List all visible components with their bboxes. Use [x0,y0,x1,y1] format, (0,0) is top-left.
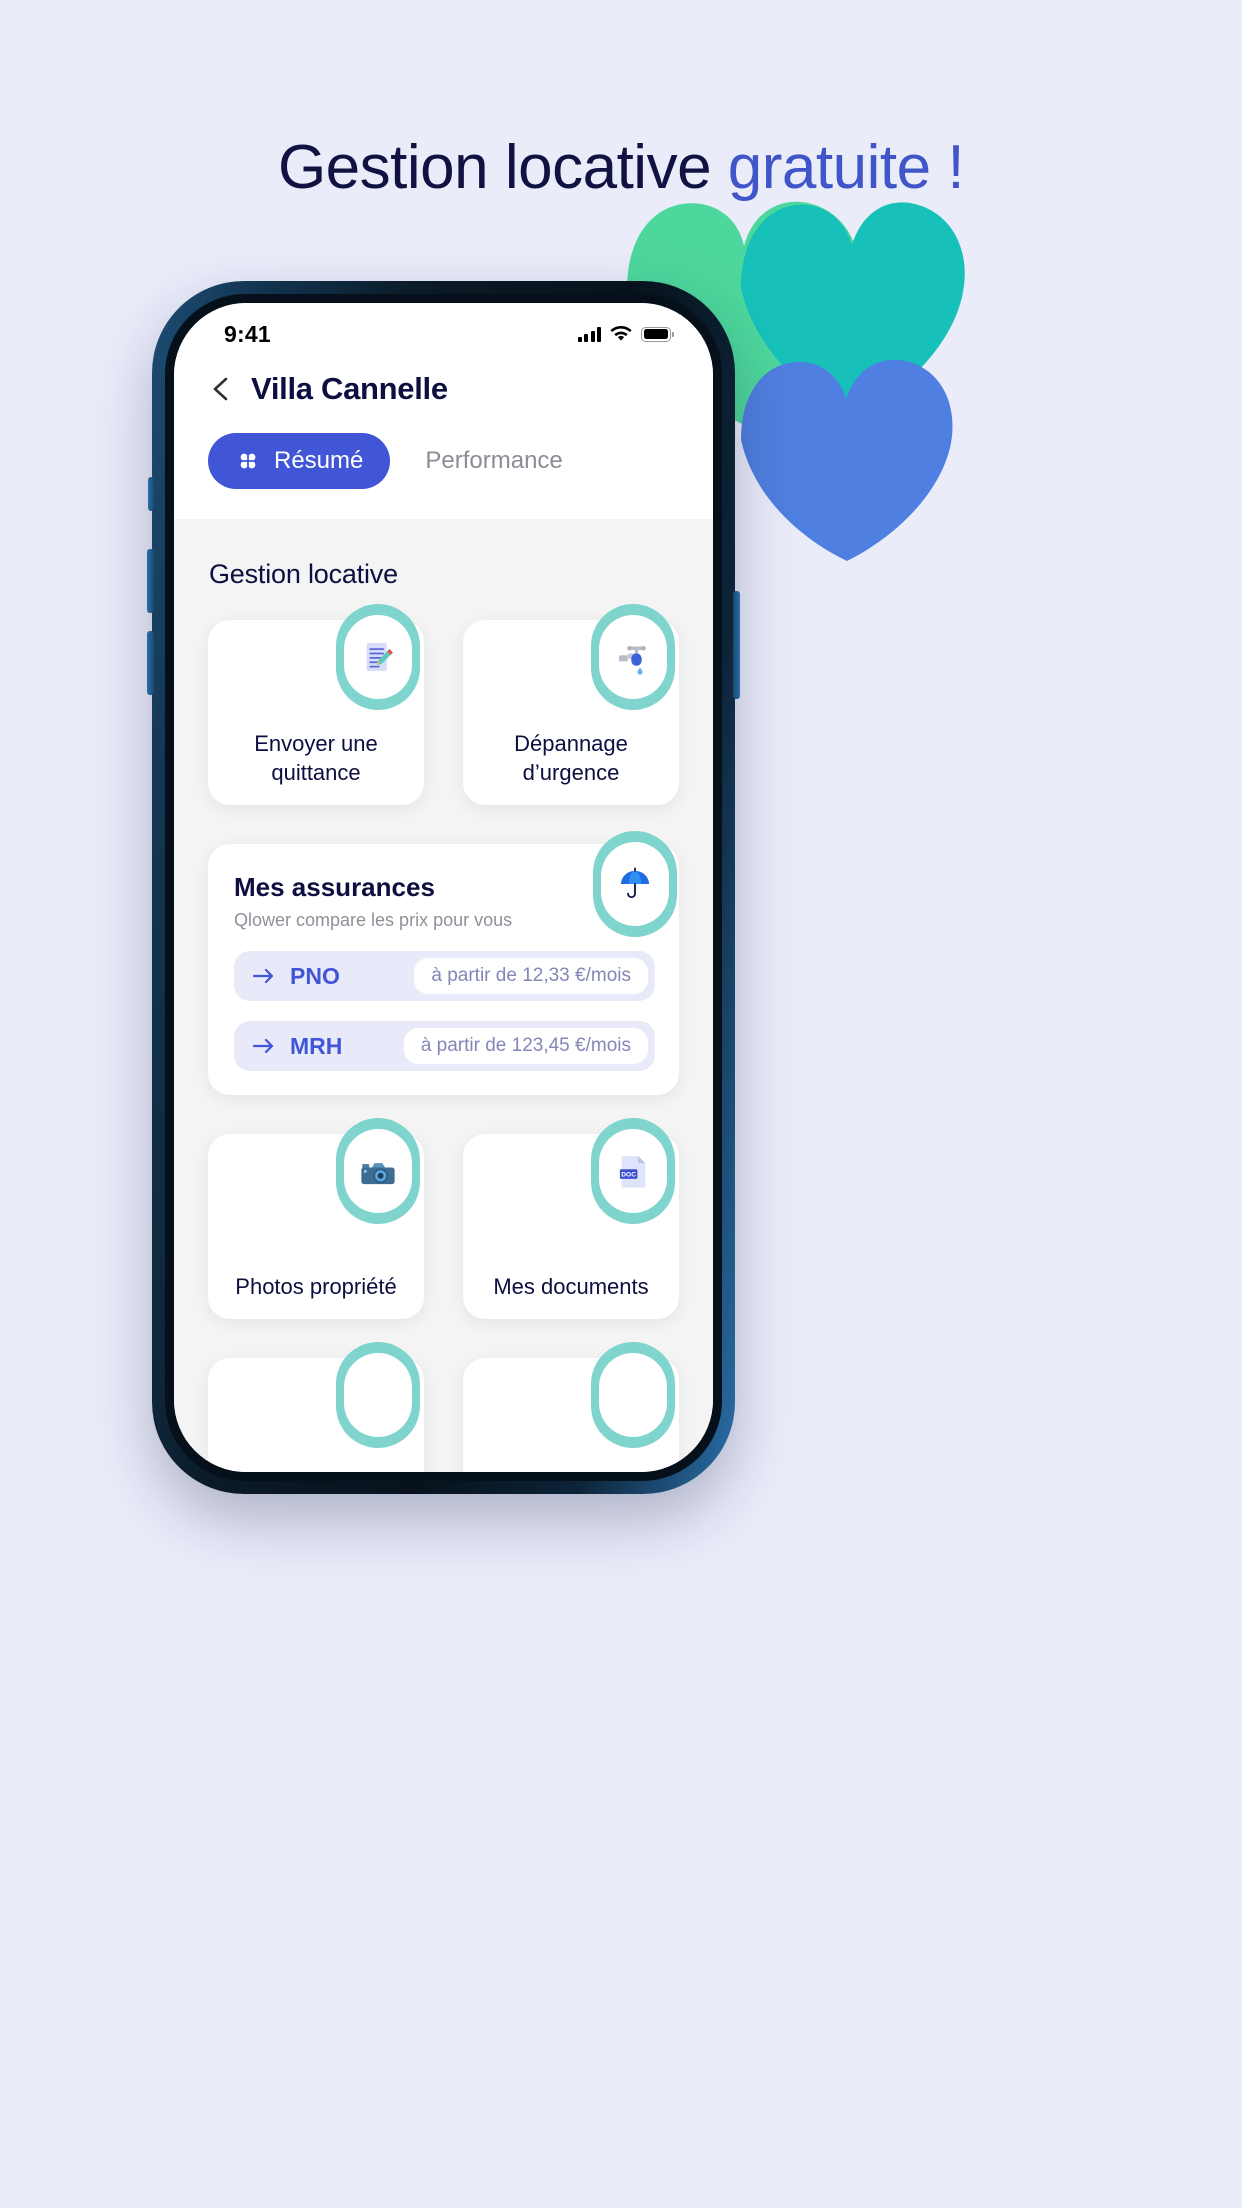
section-title: Gestion locative [209,559,398,589]
insurance-row-pno[interactable]: PNO à partir de 12,33 €/mois [234,951,655,1001]
phone-power-button[interactable] [733,591,740,699]
phone-mockup: 9:41 Villa Cannelle Résumé Performance G… [147,281,740,1494]
tile-depannage-urgence[interactable]: Dépannage d’urgence [463,604,679,805]
insurance-title: Mes assurances [234,872,435,902]
tab-resume-label: Résumé [274,447,364,474]
tab-resume[interactable]: Résumé [208,433,391,489]
insurance-card[interactable]: Mes assurances Qlower compare les prix p… [208,831,679,1095]
tab-performance-label: Performance [425,447,563,474]
insurance-price: à partir de 123,45 €/mois [403,1028,648,1064]
status-bar: 9:41 [174,303,713,357]
tile-label: Envoyer une quittance [254,730,378,785]
status-time: 9:41 [224,320,271,347]
tile-icon-badge [336,1118,420,1224]
tab-performance[interactable]: Performance [398,433,589,489]
tiles-row-1: Envoyer une quittance Dépannage d’urgenc… [174,590,713,805]
leaf-teal-icon [741,202,965,418]
tab-bar: Résumé Performance [174,407,713,519]
insurance-code: PNO [290,962,340,989]
tile-envoyer-quittance[interactable]: Envoyer une quittance [208,604,424,805]
tile-icon-badge [336,1342,420,1448]
doc-file-icon: DOC [619,1156,646,1188]
insurance-subtitle: Qlower compare les prix pour vous [234,910,513,930]
tile-mes-documents[interactable]: DOC Mes documents [463,1118,679,1319]
headline-accent: gratuite ! [727,133,965,202]
app-header: Villa Cannelle Résumé Performance [174,357,713,519]
phone-screen: 9:41 Villa Cannelle Résumé Performance G… [174,303,713,1472]
status-icons [577,326,674,342]
tile-icon-badge [591,604,675,710]
tile-label: Dépannage d’urgence [514,730,628,785]
battery-icon [641,326,674,342]
wifi-icon [610,326,632,341]
tile-partial-right[interactable] [463,1342,679,1472]
tile-label: Photos propriété [235,1273,397,1299]
arrow-right-icon [252,968,274,984]
faucet-icon [619,645,646,675]
tile-partial-left[interactable] [208,1342,424,1472]
tiles-row-3 [174,1319,713,1472]
cellular-signal-icon [577,326,601,342]
camera-icon [361,1163,395,1185]
umbrella-icon [621,867,649,899]
headline-plain: Gestion locative [277,133,728,202]
phone-bezel: 9:41 Villa Cannelle Résumé Performance G… [165,294,722,1481]
tile-icon-badge: DOC [591,1118,675,1224]
tile-photos-propriete[interactable]: Photos propriété [208,1118,424,1319]
back-button[interactable] [208,376,234,402]
phone-volume-up-button[interactable] [147,549,154,613]
insurance-icon-badge [593,831,677,937]
tile-label: Mes documents [493,1273,649,1299]
tile-icon-badge [591,1342,675,1448]
tile-icon-badge [336,604,420,710]
phone-mute-switch[interactable] [148,477,154,511]
phone-volume-down-button[interactable] [147,631,154,695]
title-row: Villa Cannelle [174,371,713,407]
svg-text:DOC: DOC [621,1172,636,1179]
clover-icon [240,453,256,469]
insurance-price: à partir de 12,33 €/mois [414,958,648,994]
document-pencil-icon [366,643,393,671]
arrow-right-icon [252,1038,274,1054]
content-scroll-area[interactable]: Gestion locative Envoyer une quittance D… [174,519,713,1472]
insurance-row-mrh[interactable]: MRH à partir de 123,45 €/mois [234,1021,655,1071]
page-headline: Gestion locative gratuite ! [0,132,1242,203]
chevron-left-icon [213,377,228,401]
page-title: Villa Cannelle [251,371,448,406]
tiles-row-2: Photos propriété DOC Mes documents [174,1095,713,1319]
leaf-blue-icon [741,359,953,561]
insurance-code: MRH [290,1032,343,1059]
